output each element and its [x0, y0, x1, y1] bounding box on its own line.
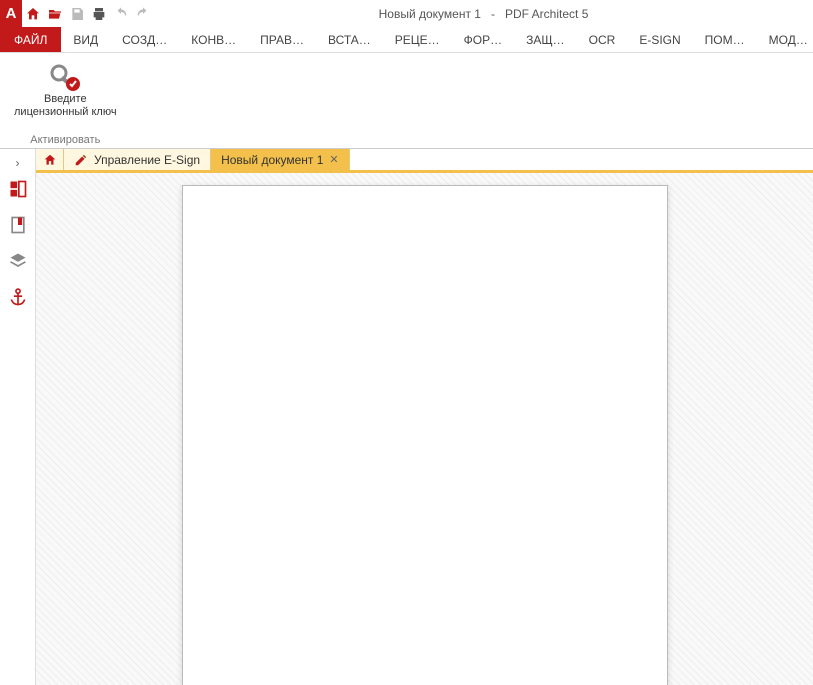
- doctab-esign-label: Управление E-Sign: [94, 153, 200, 167]
- license-key-label: Введите лицензионный ключ: [14, 93, 117, 119]
- workspace: › Управление E-Sign Новый докум: [0, 149, 813, 685]
- doctab-active-label: Новый документ 1: [221, 153, 323, 167]
- thumbnails-icon[interactable]: [2, 173, 34, 205]
- tab-file[interactable]: ФАЙЛ: [0, 27, 61, 52]
- tab-forms[interactable]: ФОР…: [452, 27, 514, 52]
- tab-review[interactable]: РЕЦЕ…: [383, 27, 452, 52]
- undo-icon[interactable]: [110, 0, 132, 27]
- document-viewport[interactable]: [36, 173, 813, 685]
- tab-insert[interactable]: ВСТА…: [316, 27, 383, 52]
- app-logo[interactable]: A: [0, 0, 22, 27]
- document-name: Новый документ 1: [379, 7, 481, 21]
- ribbon-panel: Введите лицензионный ключ Активировать: [0, 53, 813, 149]
- save-icon[interactable]: [66, 0, 88, 27]
- document-tabs: Управление E-Sign Новый документ 1 ✕: [36, 149, 813, 173]
- key-icon: [45, 59, 85, 93]
- tab-help[interactable]: ПОМ…: [693, 27, 757, 52]
- ribbon-tabs: ФАЙЛ ВИД СОЗД… КОНВ… ПРАВ… ВСТА… РЕЦЕ… Ф…: [0, 27, 813, 53]
- tab-create[interactable]: СОЗД…: [110, 27, 179, 52]
- tab-view[interactable]: ВИД: [61, 27, 110, 52]
- home-icon[interactable]: [22, 0, 44, 27]
- layers-icon[interactable]: [2, 245, 34, 277]
- tab-convert[interactable]: КОНВ…: [179, 27, 248, 52]
- tab-edit[interactable]: ПРАВ…: [248, 27, 316, 52]
- tab-modules[interactable]: МОД…: [757, 27, 813, 52]
- doctab-esign[interactable]: Управление E-Sign: [64, 149, 211, 170]
- open-icon[interactable]: [44, 0, 66, 27]
- print-icon[interactable]: [88, 0, 110, 27]
- document-area: Управление E-Sign Новый документ 1 ✕: [36, 149, 813, 685]
- tab-esign[interactable]: E-SIGN: [627, 27, 692, 52]
- window-title: Новый документ 1 - PDF Architect 5: [154, 7, 813, 21]
- close-icon[interactable]: ✕: [329, 153, 338, 166]
- title-separator: -: [491, 7, 495, 21]
- bookmarks-icon[interactable]: [2, 209, 34, 241]
- document-page[interactable]: [182, 185, 668, 685]
- pencil-icon: [74, 153, 88, 167]
- ribbon-group-title: Активировать: [30, 134, 100, 146]
- sidebar-expand-icon[interactable]: ›: [2, 153, 34, 173]
- ribbon-group-activate: Введите лицензионный ключ Активировать: [0, 53, 131, 148]
- title-bar: A Новый документ 1 - PDF Architect 5: [0, 0, 813, 27]
- tab-protect[interactable]: ЗАЩ…: [514, 27, 577, 52]
- left-sidebar: ›: [0, 149, 36, 685]
- redo-icon[interactable]: [132, 0, 154, 27]
- doctab-home-icon[interactable]: [36, 149, 64, 170]
- doctab-active[interactable]: Новый документ 1 ✕: [211, 149, 350, 170]
- tab-ocr[interactable]: OCR: [577, 27, 628, 52]
- app-name: PDF Architect 5: [505, 7, 588, 21]
- quick-access-toolbar: A: [0, 0, 154, 27]
- enter-license-key-button[interactable]: Введите лицензионный ключ: [10, 57, 121, 121]
- anchor-icon[interactable]: [2, 281, 34, 313]
